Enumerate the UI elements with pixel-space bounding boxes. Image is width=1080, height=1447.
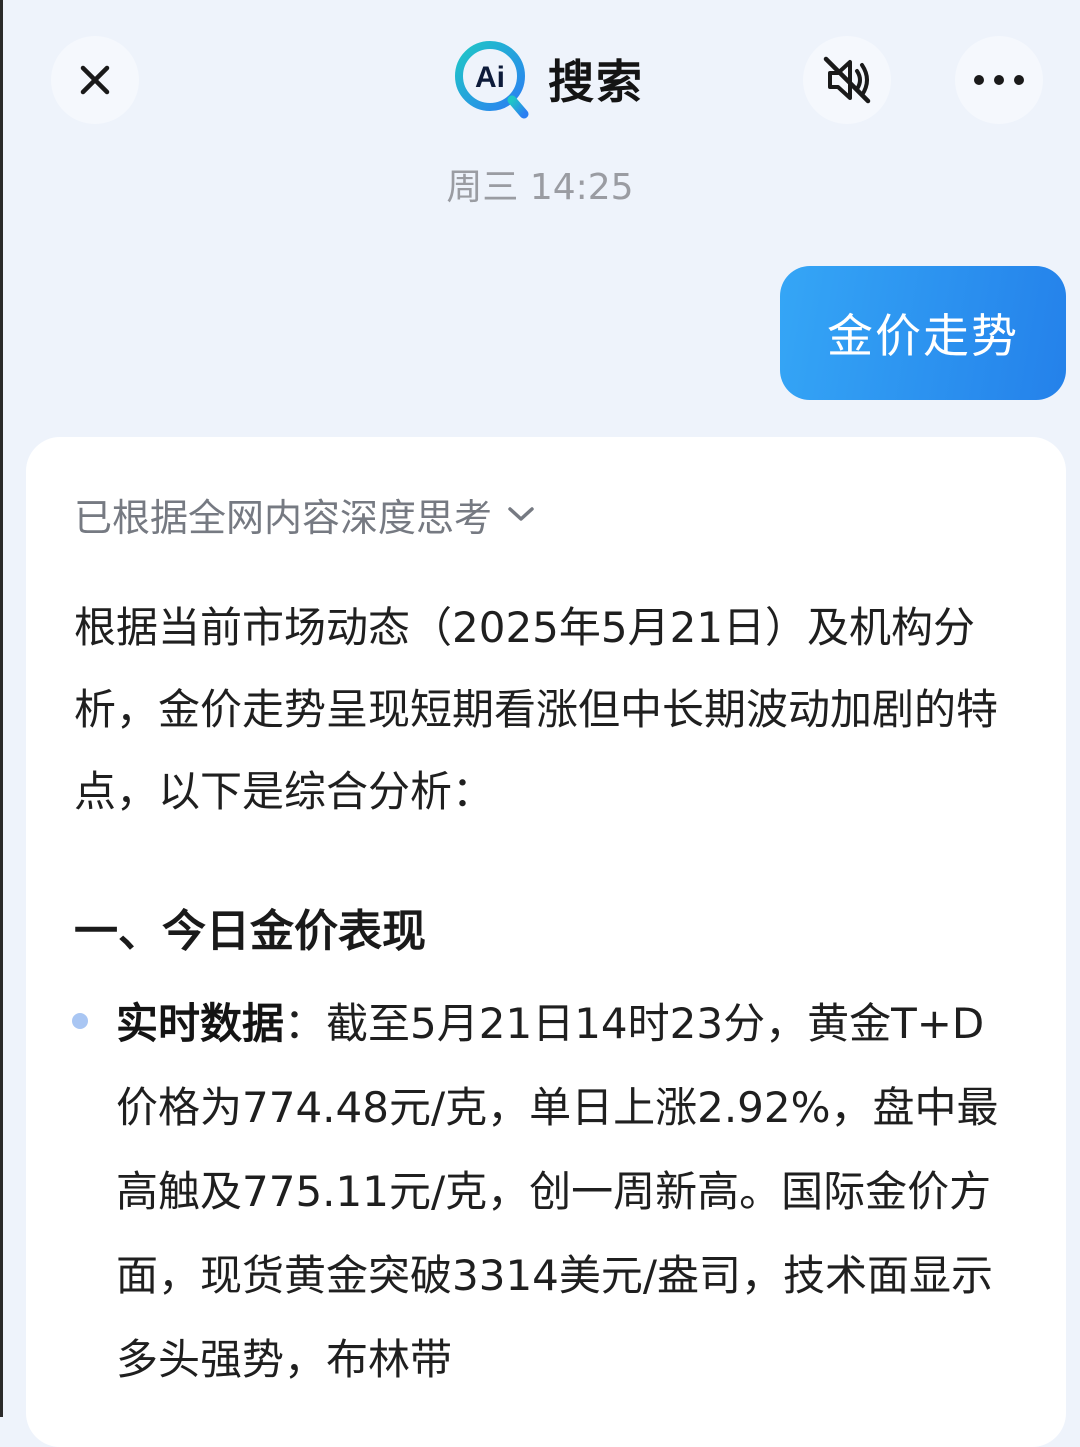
speaker-mute-icon	[823, 56, 871, 104]
more-horizontal-icon	[974, 75, 1024, 85]
close-icon	[80, 65, 110, 95]
top-bar: Ai 搜索	[0, 0, 1080, 160]
logo-text: Ai	[475, 61, 505, 94]
ai-answer-card: 已根据全网内容深度思考 根据当前市场动态（2025年5月21日）及机构分析，金价…	[26, 437, 1066, 1447]
bullet-label: 实时数据	[116, 999, 285, 1048]
bullet-body: 截至5月21日14时23分，黄金T+D价格为774.48元/克，单日上涨2.92…	[116, 999, 999, 1384]
list-item: 实时数据：截至5月21日14时23分，黄金T+D价格为774.48元/克，单日上…	[116, 982, 1026, 1402]
mute-button[interactable]	[803, 36, 891, 124]
user-message-bubble[interactable]: 金价走势	[780, 266, 1066, 400]
window-edge	[0, 0, 3, 1417]
more-button[interactable]	[955, 36, 1043, 124]
app-brand: Ai 搜索	[452, 38, 644, 120]
section-heading: 一、今日金价表现	[74, 906, 426, 957]
app-title: 搜索	[548, 55, 644, 109]
deep-thinking-toggle[interactable]: 已根据全网内容深度思考	[74, 491, 536, 540]
ai-logo-icon: Ai	[452, 38, 534, 120]
message-timestamp: 周三 14:25	[446, 167, 634, 208]
answer-intro: 根据当前市场动态（2025年5月21日）及机构分析，金价走势呈现短期看涨但中长期…	[74, 603, 999, 816]
chevron-down-icon	[508, 507, 534, 521]
bullet-separator: ：	[284, 999, 327, 1048]
bullet-dot	[72, 1013, 88, 1029]
close-button[interactable]	[51, 36, 139, 124]
thinking-label: 已根据全网内容深度思考	[74, 495, 493, 540]
